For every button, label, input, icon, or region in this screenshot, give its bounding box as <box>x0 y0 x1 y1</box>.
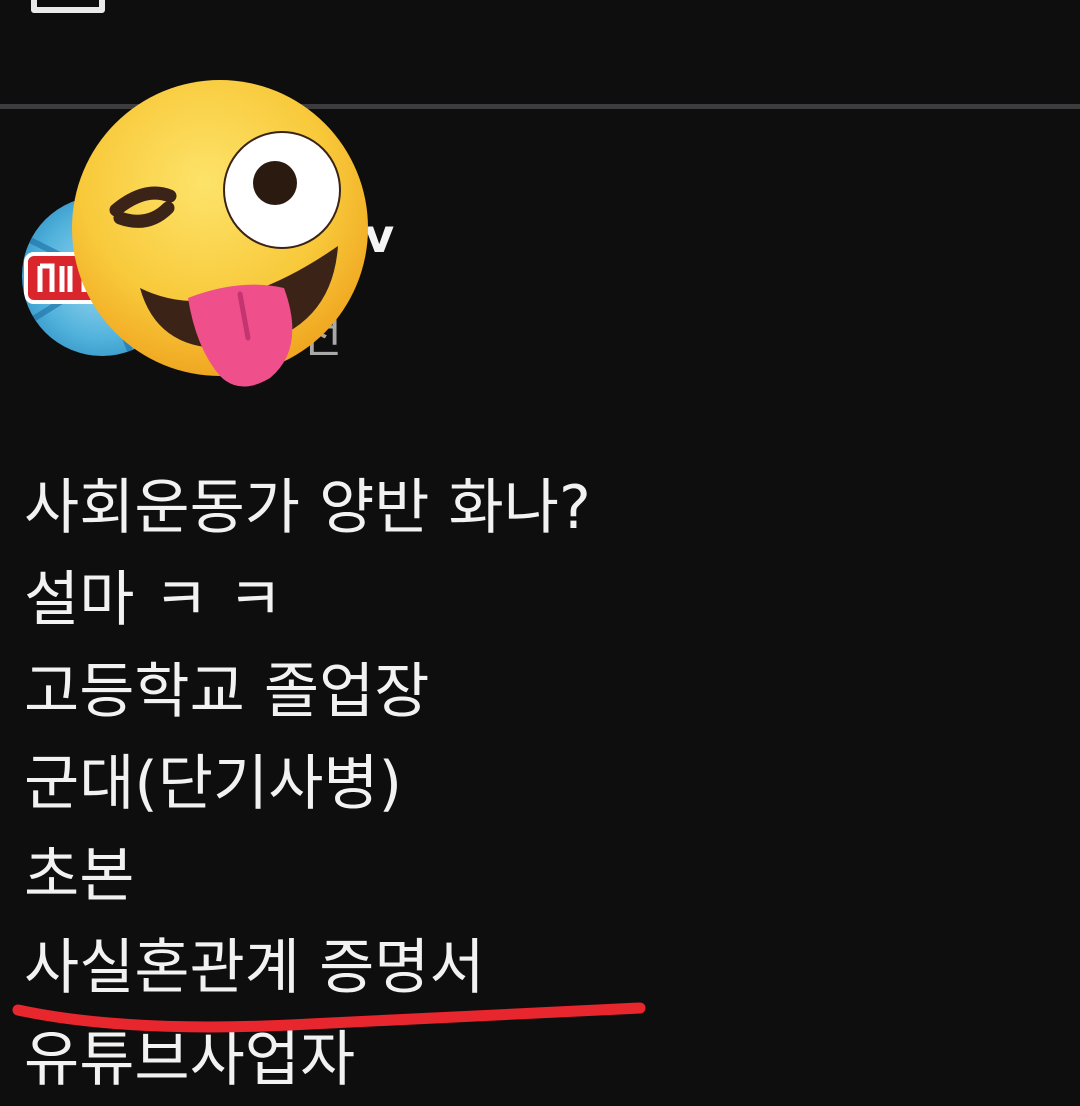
comment-line: 고등학교 졸업장 <box>24 657 430 727</box>
comment-line: 설마 ㅋ ㅋ <box>24 565 283 635</box>
red-underline-annotation <box>12 1002 646 1033</box>
comment-line: 군대(단기사병) <box>24 749 403 819</box>
winking-face-with-tongue-icon <box>72 80 368 387</box>
comment-line: 초본 <box>24 841 135 911</box>
bookmark-tray-icon[interactable] <box>30 0 110 18</box>
comment-line: 사회운동가 양반 화나? <box>24 473 591 543</box>
cropped-header-handwriting <box>160 0 520 20</box>
